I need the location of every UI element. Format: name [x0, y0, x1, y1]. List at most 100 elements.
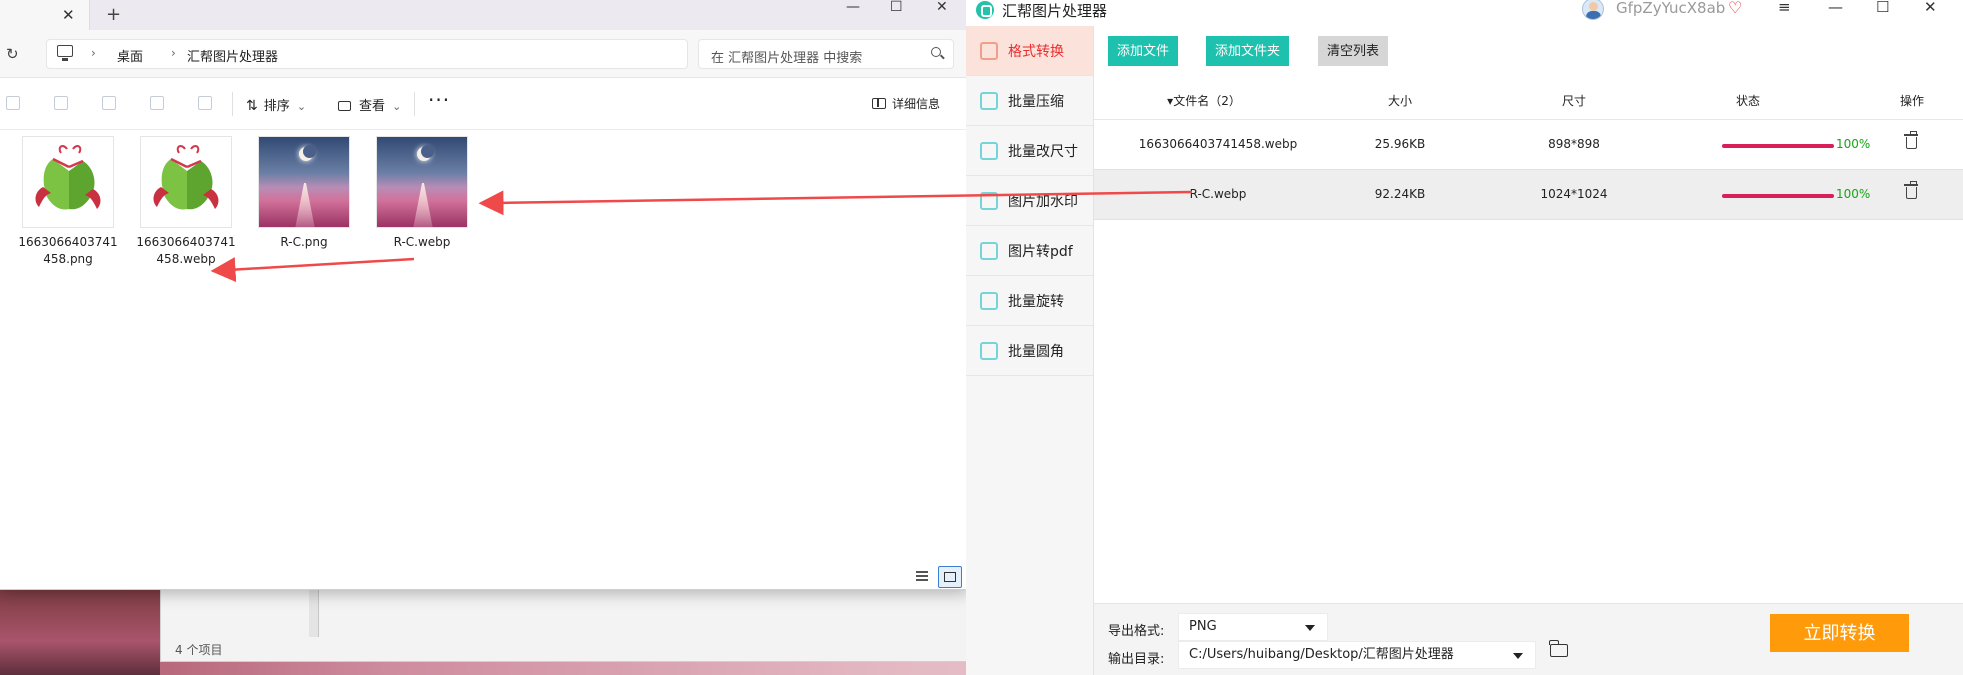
- avatar[interactable]: [1582, 0, 1604, 20]
- export-format-value: PNG: [1189, 619, 1217, 634]
- breadcrumb[interactable]: › 桌面 › 汇帮图片处理器: [46, 39, 688, 69]
- app-logo-icon: [976, 1, 994, 19]
- sort-icon: ⇅: [246, 98, 258, 114]
- tab-close-icon[interactable]: ✕: [62, 6, 75, 24]
- breadcrumb-folder[interactable]: 汇帮图片处理器: [187, 46, 278, 65]
- table-row[interactable]: 1663066403741458.webp 25.96KB 898*898 10…: [1094, 120, 1963, 170]
- view-icon: [338, 101, 351, 111]
- sidebar-item-label: 格式转换: [1008, 44, 1064, 60]
- sort-label: 排序: [263, 99, 290, 114]
- file-size-cell: 92.24KB: [1374, 187, 1426, 201]
- file-list-area[interactable]: 1663066403741458.png 1663066403741458.we…: [0, 130, 968, 560]
- convert-icon: [980, 42, 998, 60]
- column-header-size[interactable]: 大小: [1388, 92, 1412, 109]
- share-icon[interactable]: [150, 96, 164, 110]
- details-label: 详细信息: [892, 97, 941, 111]
- file-item[interactable]: R-C.webp: [368, 136, 476, 251]
- sidebar-item-resize[interactable]: 批量改尺寸: [966, 126, 1093, 176]
- sort-button[interactable]: ⇅ 排序 ⌄: [246, 95, 306, 114]
- more-options-button[interactable]: ···: [428, 88, 450, 112]
- sidebar-item-label: 批量改尺寸: [1008, 144, 1078, 160]
- dropdown-arrow-icon: [1305, 625, 1315, 631]
- copy-icon[interactable]: [6, 96, 20, 110]
- sidebar-item-rotate[interactable]: 批量旋转: [966, 276, 1093, 326]
- sidebar-item-format-convert[interactable]: 格式转换: [966, 26, 1093, 76]
- search-icon[interactable]: [931, 47, 941, 57]
- progress-percent: 100%: [1836, 187, 1871, 201]
- column-header-status: 状态: [1735, 94, 1761, 108]
- explorer-tab[interactable]: ✕: [0, 0, 90, 30]
- convert-now-button[interactable]: 立即转换: [1770, 614, 1909, 652]
- sidebar-item-to-pdf[interactable]: 图片转pdf: [966, 226, 1093, 276]
- add-file-button[interactable]: 添加文件: [1108, 36, 1179, 66]
- file-name-cell: 1663066403741458.webp: [1138, 137, 1298, 151]
- file-size-cell: 25.96KB: [1374, 137, 1426, 151]
- file-name: R-C.webp: [393, 235, 451, 249]
- sidebar-item-compress[interactable]: 批量压缩: [966, 76, 1093, 126]
- pdf-icon: [980, 242, 998, 260]
- dropdown-arrow-icon: [1513, 653, 1523, 659]
- output-dir-select[interactable]: C:/Users/huibang/Desktop/汇帮图片处理器: [1178, 641, 1536, 669]
- sidebar-item-label: 批量压缩: [1008, 94, 1064, 110]
- vip-heart-icon[interactable]: ♡: [1728, 0, 1742, 17]
- sidebar-item-label: 图片转pdf: [1008, 244, 1073, 260]
- main-panel: 添加文件 添加文件夹 清空列表 ▾文件名（2） 大小 尺寸 状态 操作 1663…: [1094, 26, 1963, 675]
- new-tab-button[interactable]: +: [106, 4, 121, 25]
- close-button[interactable]: ✕: [1924, 0, 1937, 16]
- search-input[interactable]: 在 汇帮图片处理器 中搜索: [698, 39, 954, 69]
- compress-icon: [980, 92, 998, 110]
- moon-sea-thumbnail: [258, 136, 350, 228]
- column-header-name[interactable]: ▾文件名（2）: [1167, 92, 1241, 109]
- file-item[interactable]: 1663066403741458.webp: [132, 136, 240, 268]
- trash-icon[interactable]: [1904, 131, 1918, 149]
- rename-icon[interactable]: [102, 96, 116, 110]
- rotate-icon: [980, 292, 998, 310]
- maximize-button[interactable]: ☐: [890, 0, 903, 30]
- thumbnail-view-icon[interactable]: [938, 566, 962, 588]
- minimize-button[interactable]: —: [846, 0, 860, 30]
- explorer-titlebar: ✕ + — ☐ ✕: [0, 0, 968, 30]
- file-explorer-window: ✕ + — ☐ ✕ ↻ › 桌面 › 汇帮图片处理器 在 汇帮图片处理器 中搜索…: [0, 0, 968, 590]
- output-dir-value: C:/Users/huibang/Desktop/汇帮图片处理器: [1189, 647, 1454, 662]
- view-label: 查看: [359, 99, 386, 114]
- sidebar-item-round-corner[interactable]: 批量圆角: [966, 326, 1093, 376]
- maximize-button[interactable]: ☐: [1876, 0, 1889, 16]
- file-name-cell: R-C.webp: [1189, 187, 1247, 201]
- sidebar-item-label: 批量圆角: [1008, 344, 1064, 360]
- file-name: R-C.png: [280, 235, 328, 249]
- file-name: 1663066403741458.png: [18, 235, 118, 266]
- moon-icon: [299, 145, 316, 161]
- view-button[interactable]: 查看 ⌄: [338, 95, 401, 114]
- zongzi-icon: [35, 145, 101, 210]
- desktop-wallpaper: [0, 590, 160, 675]
- menu-icon[interactable]: ≡: [1778, 0, 1791, 16]
- trash-icon[interactable]: [1904, 181, 1918, 199]
- paste-icon[interactable]: [54, 96, 68, 110]
- user-name[interactable]: GfpZyYucX8ab: [1616, 0, 1725, 17]
- column-header-action: 操作: [1899, 94, 1925, 108]
- add-folder-button[interactable]: 添加文件夹: [1206, 36, 1290, 66]
- delete-icon[interactable]: [198, 96, 212, 110]
- progress-bar: [1722, 144, 1834, 148]
- table-row[interactable]: R-C.webp 92.24KB 1024*1024 100%: [1094, 170, 1963, 220]
- command-bar: ⇅ 排序 ⌄ 查看 ⌄ ··· 详细信息: [0, 78, 968, 130]
- list-view-icon[interactable]: [916, 571, 928, 581]
- open-folder-icon[interactable]: [1549, 640, 1568, 657]
- file-item[interactable]: 1663066403741458.png: [14, 136, 122, 268]
- sidebar-item-watermark[interactable]: 图片加水印: [966, 176, 1093, 226]
- minimize-button[interactable]: —: [1828, 0, 1843, 16]
- export-format-label: 导出格式:: [1108, 624, 1165, 639]
- feature-sidebar: 格式转换 批量压缩 批量改尺寸 图片加水印 图片转pdf 批量旋转 批量圆角: [966, 26, 1094, 675]
- file-item[interactable]: R-C.png: [250, 136, 358, 251]
- details-pane-button[interactable]: 详细信息: [872, 95, 940, 112]
- close-button[interactable]: ✕: [936, 0, 948, 30]
- export-format-select[interactable]: PNG: [1178, 613, 1328, 641]
- clear-list-button[interactable]: 清空列表: [1318, 36, 1389, 66]
- refresh-icon[interactable]: ↻: [6, 45, 19, 63]
- computer-icon[interactable]: [57, 45, 73, 61]
- column-header-dimensions[interactable]: 尺寸: [1562, 92, 1586, 109]
- zongzi-thumbnail: [22, 136, 114, 228]
- breadcrumb-desktop[interactable]: 桌面: [117, 46, 143, 65]
- zongzi-thumbnail: [140, 136, 232, 228]
- details-pane-icon: [872, 98, 886, 109]
